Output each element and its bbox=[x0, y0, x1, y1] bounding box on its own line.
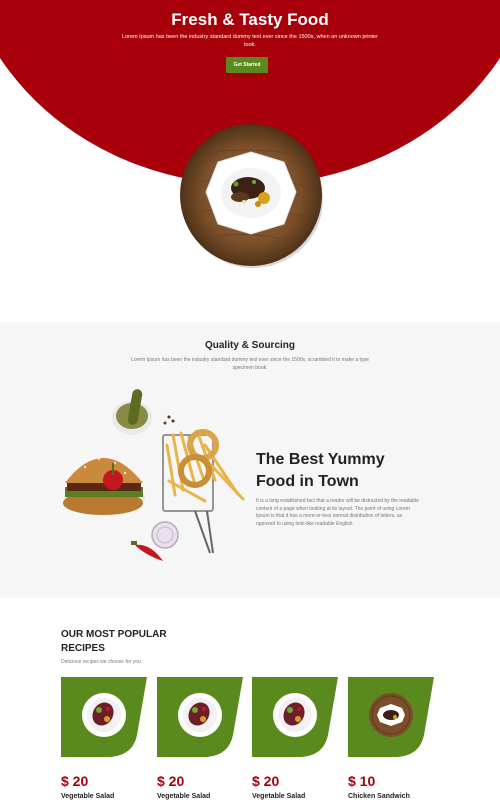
recipe-card[interactable]: $ 10 Chicken Sandwich bbox=[348, 677, 434, 800]
recipe-price: $ 20 bbox=[252, 773, 280, 789]
recipe-card[interactable]: $ 20 Vegetable Salad bbox=[252, 677, 338, 800]
recipe-price: $ 20 bbox=[61, 773, 89, 789]
feature-title: The Best Yummy Food in Town bbox=[256, 449, 436, 493]
salad-dish-icon bbox=[273, 693, 317, 737]
recipe-name[interactable]: Vegetable Salad bbox=[157, 793, 210, 800]
recipe-name[interactable]: Vegetable Salad bbox=[61, 793, 114, 800]
hero-section: Fresh & Tasty Food Lorem Ipsum has been … bbox=[0, 0, 500, 320]
recipe-price: $ 10 bbox=[348, 773, 376, 789]
recipe-name[interactable]: Chicken Sandwich bbox=[348, 793, 410, 800]
get-started-button[interactable]: Get Started bbox=[226, 57, 268, 73]
hero-subtitle: Lorem Ipsum has been the industry standa… bbox=[122, 34, 378, 48]
feature-body: It is a long established fact that a rea… bbox=[256, 498, 419, 527]
recipe-card[interactable]: $ 20 Vegetable Salad bbox=[61, 677, 147, 800]
recipe-name[interactable]: Vegetable Salad bbox=[252, 793, 305, 800]
quality-subtitle: Lorem Ipsum has been the industry standa… bbox=[131, 357, 369, 371]
recipe-card[interactable]: $ 20 Vegetable Salad bbox=[157, 677, 243, 800]
sandwich-dish-icon bbox=[369, 693, 413, 737]
feature-title-line1: The Best Yummy bbox=[256, 451, 385, 468]
recipe-price: $ 20 bbox=[157, 773, 185, 789]
hero-dish-image bbox=[178, 122, 324, 268]
feature-title-line2: Food in Town bbox=[256, 473, 359, 490]
hero-title: Fresh & Tasty Food bbox=[171, 10, 329, 29]
popular-title-line2: RECIPES bbox=[61, 643, 105, 654]
salad-dish-icon bbox=[178, 693, 222, 737]
popular-title: OUR MOST POPULAR RECIPES bbox=[61, 628, 201, 656]
popular-title-line1: OUR MOST POPULAR bbox=[61, 629, 167, 640]
burger-fries-image bbox=[55, 385, 255, 570]
popular-subtitle: Delicious recipes we choose for you bbox=[61, 659, 141, 665]
quality-title: Quality & Sourcing bbox=[204, 340, 295, 351]
salad-dish-icon bbox=[82, 693, 126, 737]
